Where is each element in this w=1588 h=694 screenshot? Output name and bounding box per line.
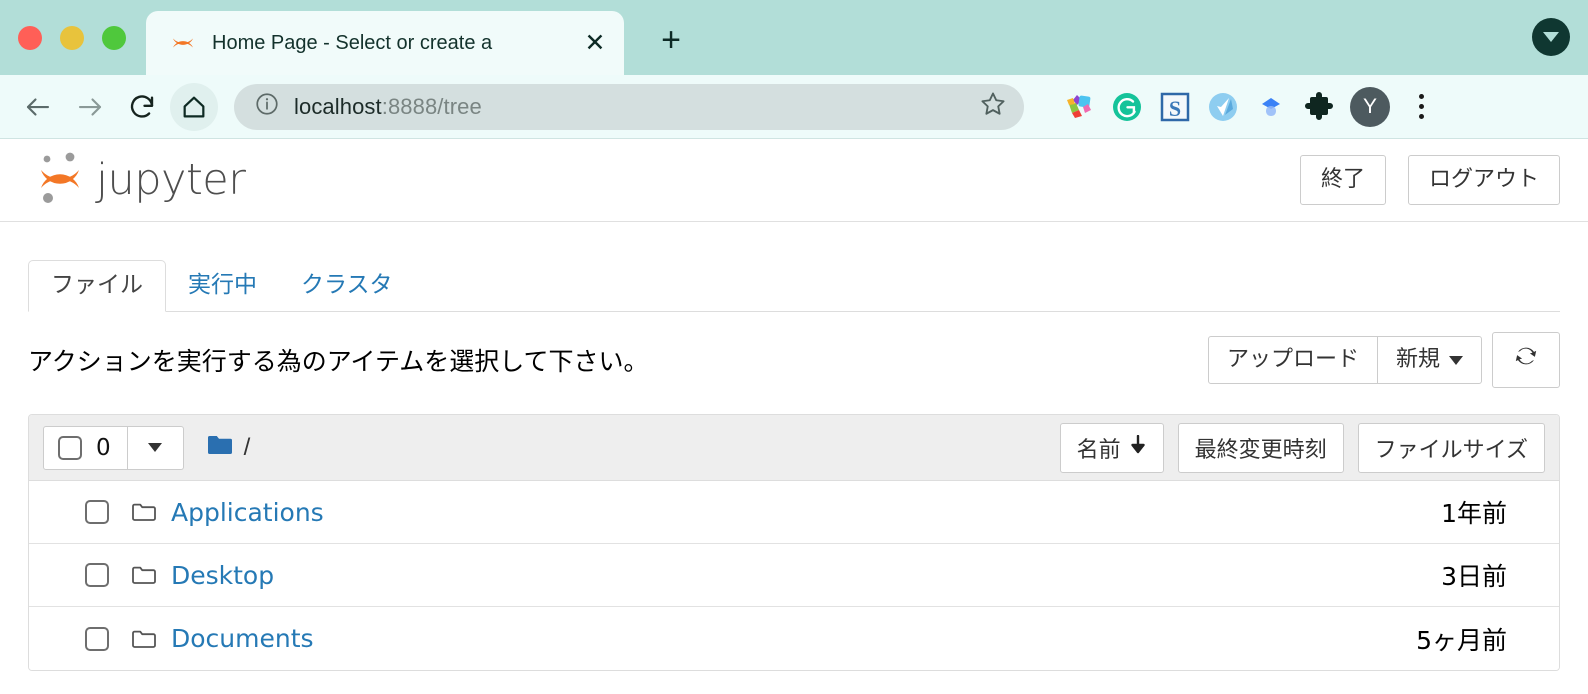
row-checkbox-icon[interactable] (85, 563, 109, 587)
kebab-menu-icon[interactable] (1404, 94, 1438, 119)
diamond-extension-icon[interactable] (1254, 90, 1288, 124)
close-icon[interactable]: ✕ (578, 26, 612, 60)
actions-button-group: アップロード 新規 (1207, 336, 1482, 384)
home-icon[interactable] (170, 82, 218, 131)
v-extension-icon[interactable] (1206, 90, 1240, 124)
tab-running[interactable]: 実行中 (166, 261, 279, 311)
arrow-down-icon (1129, 434, 1147, 461)
selection-dropdown-button[interactable] (127, 425, 184, 470)
sort-by-modified-button[interactable]: 最終変更時刻 (1177, 422, 1344, 473)
table-row[interactable]: Desktop 3日前 (29, 544, 1559, 607)
file-modified-time: 5ヶ月前 (1416, 625, 1507, 655)
jupyter-header: jupyter 終了 ログアウト (0, 139, 1588, 222)
url-host: localhost (294, 93, 382, 119)
url-path: :8888/tree (381, 93, 482, 119)
file-name-link[interactable]: Desktop (171, 561, 274, 590)
caret-down-icon (148, 443, 163, 452)
grammarly-extension-icon[interactable] (1110, 90, 1144, 124)
jupyter-page: jupyter 終了 ログアウト ファイル 実行中 クラスタ アクションを実行す… (0, 139, 1588, 671)
browser-tab-active[interactable]: Home Page - Select or create a ✕ (146, 11, 624, 75)
star-icon[interactable] (978, 89, 1008, 124)
folder-filled-icon (206, 433, 234, 462)
jupyter-tab-bar: ファイル 実行中 クラスタ (28, 258, 1560, 312)
jupyter-wordmark: jupyter (96, 155, 246, 205)
file-name-link[interactable]: Documents (171, 624, 314, 653)
new-button-label: 新規 (1395, 347, 1440, 373)
file-list-panel: 0 / 名前 最終変更時刻 ファイルサイズ Applications 1年前 D… (28, 414, 1560, 671)
pinwheel-extension-icon[interactable] (1062, 90, 1096, 124)
folder-outline-icon (131, 564, 157, 586)
chevron-down-icon (1543, 32, 1559, 42)
tab-files[interactable]: ファイル (28, 260, 166, 312)
folder-outline-icon (131, 628, 157, 650)
column-sort-buttons: 名前 最終変更時刻 ファイルサイズ (1059, 422, 1545, 473)
selection-count: 0 (96, 434, 111, 461)
jupyter-favicon-icon (168, 28, 198, 58)
file-name-link[interactable]: Applications (171, 498, 324, 527)
selection-group: 0 (43, 425, 184, 470)
back-arrow-icon[interactable] (14, 83, 62, 131)
header-buttons: 終了 ログアウト (1299, 155, 1560, 205)
address-bar[interactable]: localhost:8888/tree (234, 83, 1024, 130)
forward-arrow-icon[interactable] (66, 83, 114, 131)
sort-by-size-button[interactable]: ファイルサイズ (1357, 422, 1545, 473)
close-window-button[interactable] (18, 26, 42, 50)
checkbox-icon[interactable] (58, 435, 82, 460)
table-row[interactable]: Applications 1年前 (29, 481, 1559, 544)
table-row[interactable]: Documents 5ヶ月前 (29, 607, 1559, 670)
row-checkbox-icon[interactable] (85, 626, 109, 651)
breadcrumb-path[interactable]: / (244, 434, 251, 462)
caret-down-icon (1449, 355, 1463, 365)
reload-icon[interactable] (118, 83, 166, 131)
new-tab-button[interactable]: + (642, 11, 700, 69)
upload-button[interactable]: アップロード (1207, 336, 1378, 384)
select-all-control[interactable]: 0 (43, 425, 128, 470)
actions-row: アクションを実行する為のアイテムを選択して下さい。 アップロード 新規 (28, 332, 1560, 388)
file-list-header: 0 / 名前 最終変更時刻 ファイルサイズ (29, 415, 1559, 481)
browser-window: Home Page - Select or create a ✕ + local… (0, 0, 1588, 671)
browser-tab-title: Home Page - Select or create a (212, 31, 493, 54)
row-checkbox-icon[interactable] (85, 500, 109, 524)
puzzle-extensions-icon[interactable] (1302, 90, 1336, 124)
refresh-button[interactable] (1492, 332, 1560, 388)
file-modified-time: 1年前 (1441, 499, 1507, 528)
file-modified-time: 3日前 (1441, 562, 1507, 591)
jupyter-logo-icon (34, 148, 86, 213)
jupyter-logo[interactable]: jupyter (34, 148, 246, 213)
maximize-window-button[interactable] (102, 26, 126, 50)
svg-text:S: S (1169, 96, 1181, 121)
minimize-window-button[interactable] (60, 26, 84, 50)
extensions-row: S Y (1062, 86, 1438, 127)
browser-toolbar: localhost:8888/tree S Y (0, 75, 1588, 139)
quit-button[interactable]: 終了 (1299, 155, 1386, 205)
logout-button[interactable]: ログアウト (1407, 155, 1560, 205)
folder-outline-icon (131, 501, 157, 523)
site-info-icon[interactable] (254, 91, 280, 122)
profile-avatar[interactable]: Y (1350, 86, 1390, 127)
tab-strip: Home Page - Select or create a ✕ + (0, 0, 1588, 75)
tab-search-caret-icon[interactable] (1532, 18, 1570, 56)
new-button[interactable]: 新規 (1376, 336, 1482, 384)
jupyter-body: ファイル 実行中 クラスタ アクションを実行する為のアイテムを選択して下さい。 … (0, 258, 1588, 671)
actions-message: アクションを実行する為のアイテムを選択して下さい。 (28, 347, 649, 376)
url-text: localhost:8888/tree (294, 94, 978, 120)
breadcrumb[interactable]: / (206, 433, 251, 462)
refresh-icon (1513, 347, 1539, 375)
tab-clusters[interactable]: クラスタ (279, 261, 415, 311)
sort-by-name-label: 名前 (1076, 437, 1121, 463)
s-extension-icon[interactable]: S (1158, 90, 1192, 124)
window-controls (0, 26, 146, 75)
sort-by-name-button[interactable]: 名前 (1059, 422, 1164, 473)
